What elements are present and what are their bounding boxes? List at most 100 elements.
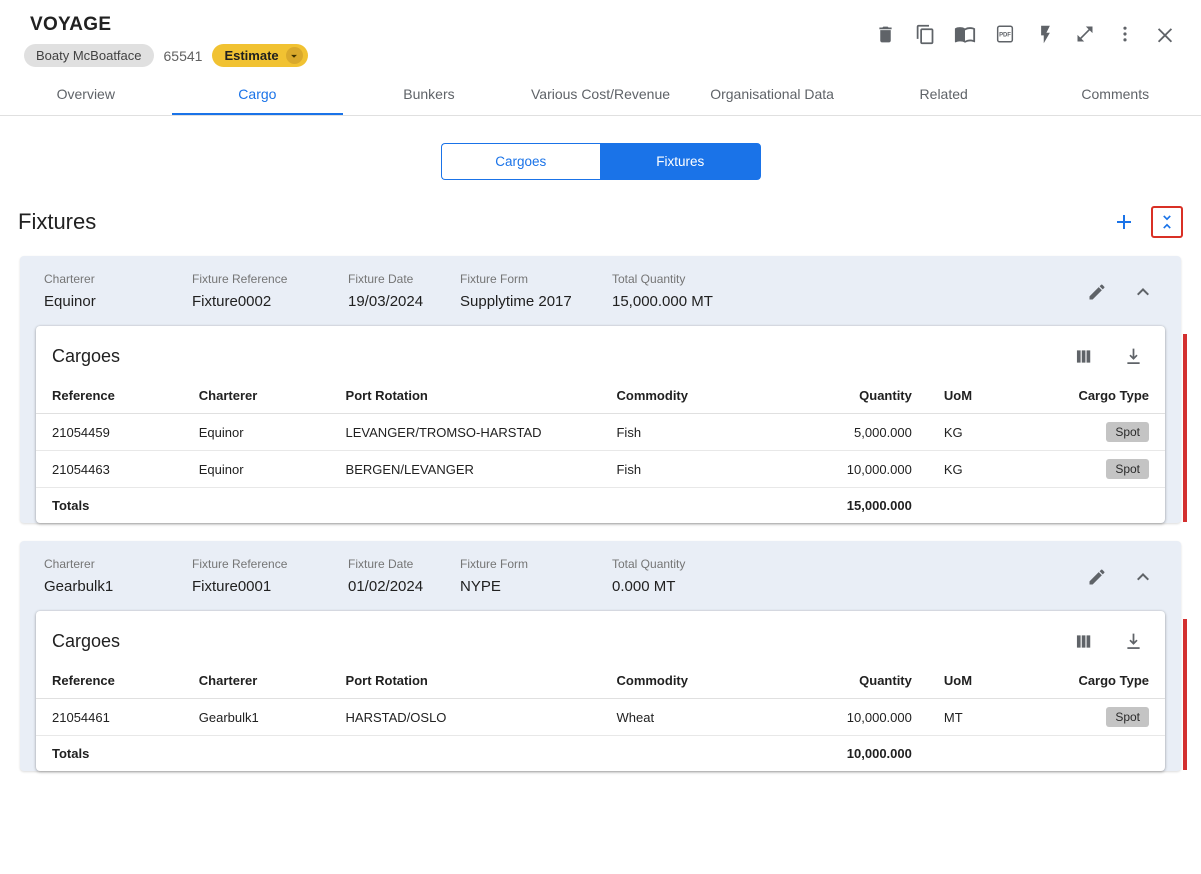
tab-organisational-data[interactable]: Organisational Data — [686, 76, 858, 115]
cell-quantity: 5,000.000 — [814, 413, 928, 451]
table-row[interactable]: 21054459 Equinor LEVANGER/TROMSO-HARSTAD… — [36, 413, 1165, 451]
fixture-field-charterer: Charterer Gearbulk1 — [44, 557, 192, 595]
expand-icon[interactable] — [1071, 20, 1099, 48]
col-cargo-type[interactable]: Cargo Type — [1018, 378, 1165, 414]
columns-icon[interactable] — [1069, 627, 1097, 655]
pdf-icon[interactable]: PDF — [991, 20, 1019, 48]
col-commodity[interactable]: Commodity — [600, 378, 815, 414]
close-icon[interactable] — [1151, 20, 1179, 48]
cell-uom: KG — [927, 450, 1019, 488]
voyage-number: 65541 — [163, 47, 203, 64]
toolbar: PDF — [871, 20, 1179, 48]
field-label: Fixture Date — [348, 272, 414, 286]
tab-cargo[interactable]: Cargo — [171, 76, 344, 115]
field-label: Fixture Form — [460, 557, 529, 571]
copy-icon[interactable] — [911, 20, 939, 48]
columns-icon[interactable] — [1069, 342, 1097, 370]
edit-icon[interactable] — [1083, 563, 1111, 591]
field-value: NYPE — [460, 578, 501, 595]
cell-reference: 21054463 — [36, 450, 183, 488]
pdf-icon-label: PDF — [999, 32, 1011, 38]
tab-overview[interactable]: Overview — [0, 76, 172, 115]
chevron-up-icon[interactable] — [1129, 563, 1157, 591]
table-row[interactable]: 21054461 Gearbulk1 HARSTAD/OSLO Wheat 10… — [36, 698, 1165, 736]
cell-port-rotation: BERGEN/LEVANGER — [329, 450, 601, 488]
cell-uom: MT — [927, 698, 1019, 736]
fixture-actions — [1083, 563, 1157, 591]
field-label: Fixture Form — [460, 272, 529, 286]
col-uom[interactable]: UoM — [927, 663, 1019, 699]
cell-reference: 21054461 — [36, 698, 183, 736]
tab-bunkers[interactable]: Bunkers — [343, 76, 515, 115]
col-quantity[interactable]: Quantity — [814, 378, 928, 414]
cargoes-card-title: Cargoes — [52, 345, 121, 366]
cargo-type-badge: Spot — [1106, 459, 1149, 479]
chevron-up-icon[interactable] — [1129, 278, 1157, 306]
add-fixture-button[interactable] — [1109, 207, 1139, 237]
cargoes-card: Cargoes Reference Charterer Port Rotatio… — [36, 326, 1165, 523]
kebab-menu-icon[interactable] — [1111, 20, 1139, 48]
collapse-all-button[interactable] — [1151, 206, 1183, 238]
fixture-field-reference: Fixture Reference Fixture0002 — [192, 272, 348, 310]
tab-related[interactable]: Related — [858, 76, 1030, 115]
cell-uom: KG — [927, 413, 1019, 451]
col-reference[interactable]: Reference — [36, 378, 183, 414]
fixture-field-total-quantity: Total Quantity 15,000.000 MT — [612, 272, 1083, 310]
window-header-left: VOYAGE Boaty McBoatface 65541 Estimate — [24, 14, 308, 67]
cell-commodity: Fish — [600, 450, 815, 488]
download-icon[interactable] — [1119, 627, 1147, 655]
red-accent-bar — [1183, 334, 1187, 522]
fixtures-toggle-button[interactable]: Fixtures — [600, 143, 761, 180]
col-charterer[interactable]: Charterer — [182, 663, 330, 699]
col-cargo-type[interactable]: Cargo Type — [1018, 663, 1165, 699]
cargo-type-badge: Spot — [1106, 422, 1149, 442]
tab-various-cost-revenue[interactable]: Various Cost/Revenue — [515, 76, 687, 115]
cargoes-card-header: Cargoes — [36, 326, 1165, 378]
field-label: Fixture Reference — [192, 557, 288, 571]
col-port-rotation[interactable]: Port Rotation — [329, 663, 601, 699]
chips-row: Boaty McBoatface 65541 Estimate — [24, 44, 308, 67]
cargoes-card-title: Cargoes — [52, 630, 121, 651]
section-title: Fixtures — [18, 209, 97, 234]
download-icon[interactable] — [1119, 342, 1147, 370]
fixtures-list: Charterer Equinor Fixture Reference Fixt… — [0, 256, 1201, 771]
field-value: 15,000.000 MT — [612, 293, 713, 310]
fixture-field-date: Fixture Date 01/02/2024 — [348, 557, 460, 595]
field-label: Charterer — [44, 557, 95, 571]
view-toggle: Cargoes Fixtures — [440, 143, 761, 180]
status-chip[interactable]: Estimate — [212, 44, 308, 67]
tab-comments[interactable]: Comments — [1029, 76, 1201, 115]
field-value: Supplytime 2017 — [460, 293, 572, 310]
col-commodity[interactable]: Commodity — [600, 663, 815, 699]
cell-cargo-type: Spot — [1018, 450, 1165, 488]
totals-quantity: 10,000.000 — [846, 746, 912, 761]
vessel-chip: Boaty McBoatface — [24, 44, 154, 67]
field-label: Fixture Reference — [192, 272, 288, 286]
cargoes-card-actions — [1069, 627, 1147, 655]
cargo-tab-content: Cargoes Fixtures Fixtures Charterer Equi… — [0, 143, 1201, 771]
book-icon[interactable] — [951, 20, 979, 48]
col-uom[interactable]: UoM — [927, 378, 1019, 414]
cargoes-card-actions — [1069, 342, 1147, 370]
tab-bar: Overview Cargo Bunkers Various Cost/Reve… — [0, 76, 1201, 116]
field-label: Fixture Date — [348, 557, 414, 571]
cell-charterer: Equinor — [182, 450, 330, 488]
chevron-down-icon[interactable] — [285, 47, 303, 64]
delete-icon[interactable] — [871, 20, 899, 48]
cargoes-card-header: Cargoes — [36, 611, 1165, 663]
cell-quantity: 10,000.000 — [814, 450, 928, 488]
bolt-icon[interactable] — [1031, 20, 1059, 48]
cell-charterer: Gearbulk1 — [182, 698, 330, 736]
col-port-rotation[interactable]: Port Rotation — [329, 378, 601, 414]
col-charterer[interactable]: Charterer — [182, 378, 330, 414]
cargo-type-badge: Spot — [1106, 707, 1149, 727]
fixture-card: Charterer Equinor Fixture Reference Fixt… — [20, 256, 1187, 523]
col-quantity[interactable]: Quantity — [814, 663, 928, 699]
col-reference[interactable]: Reference — [36, 663, 183, 699]
table-row[interactable]: 21054463 Equinor BERGEN/LEVANGER Fish 10… — [36, 450, 1165, 488]
field-value: Fixture0002 — [192, 293, 272, 310]
edit-icon[interactable] — [1083, 278, 1111, 306]
field-label: Total Quantity — [612, 557, 686, 571]
cargoes-toggle-button[interactable]: Cargoes — [440, 143, 600, 180]
cell-quantity: 10,000.000 — [814, 698, 928, 736]
